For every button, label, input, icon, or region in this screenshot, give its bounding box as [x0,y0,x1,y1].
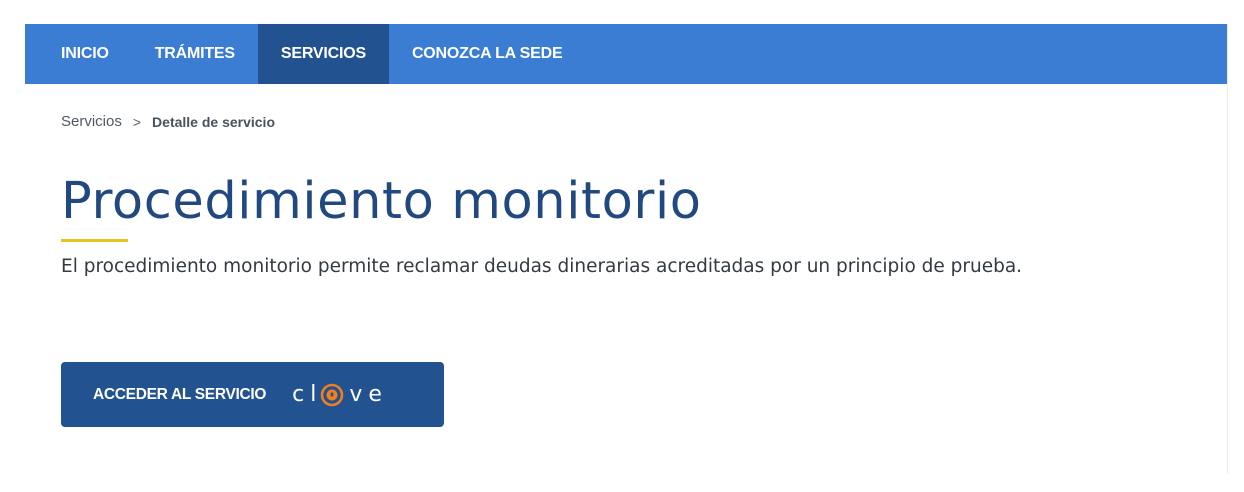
access-service-button[interactable]: ACCEDER AL SERVICIO c l v e [61,362,444,427]
breadcrumb-link-servicios[interactable]: Servicios [61,113,122,130]
clave-letter-l: l [310,381,317,407]
nav-item-servicios[interactable]: SERVICIOS [257,24,389,84]
top-navigation: INICIO TRÁMITES SERVICIOS CONOZCA LA SED… [25,24,1227,84]
breadcrumb: Servicios > Detalle de servicio [25,113,1227,130]
clave-letter-e: e [368,381,382,407]
page-title: Procedimiento monitorio [61,172,702,231]
nav-item-inicio[interactable]: INICIO [25,24,132,84]
nav-item-tramites[interactable]: TRÁMITES [132,24,258,84]
page-frame: INICIO TRÁMITES SERVICIOS CONOZCA LA SED… [25,24,1228,474]
clave-letter-c: c [292,381,305,407]
clave-lock-icon [321,383,344,406]
title-accent-underline [61,239,128,242]
nav-item-conozca-la-sede[interactable]: CONOZCA LA SEDE [389,24,586,84]
breadcrumb-current: Detalle de servicio [152,113,275,130]
breadcrumb-separator: > [132,113,142,130]
title-block: Procedimiento monitorio [25,172,1227,242]
clave-letter-v: v [349,381,363,407]
service-description: El procedimiento monitorio permite recla… [61,256,1023,277]
access-service-label: ACCEDER AL SERVICIO [93,385,267,403]
clave-logo: c l v e [292,383,382,407]
